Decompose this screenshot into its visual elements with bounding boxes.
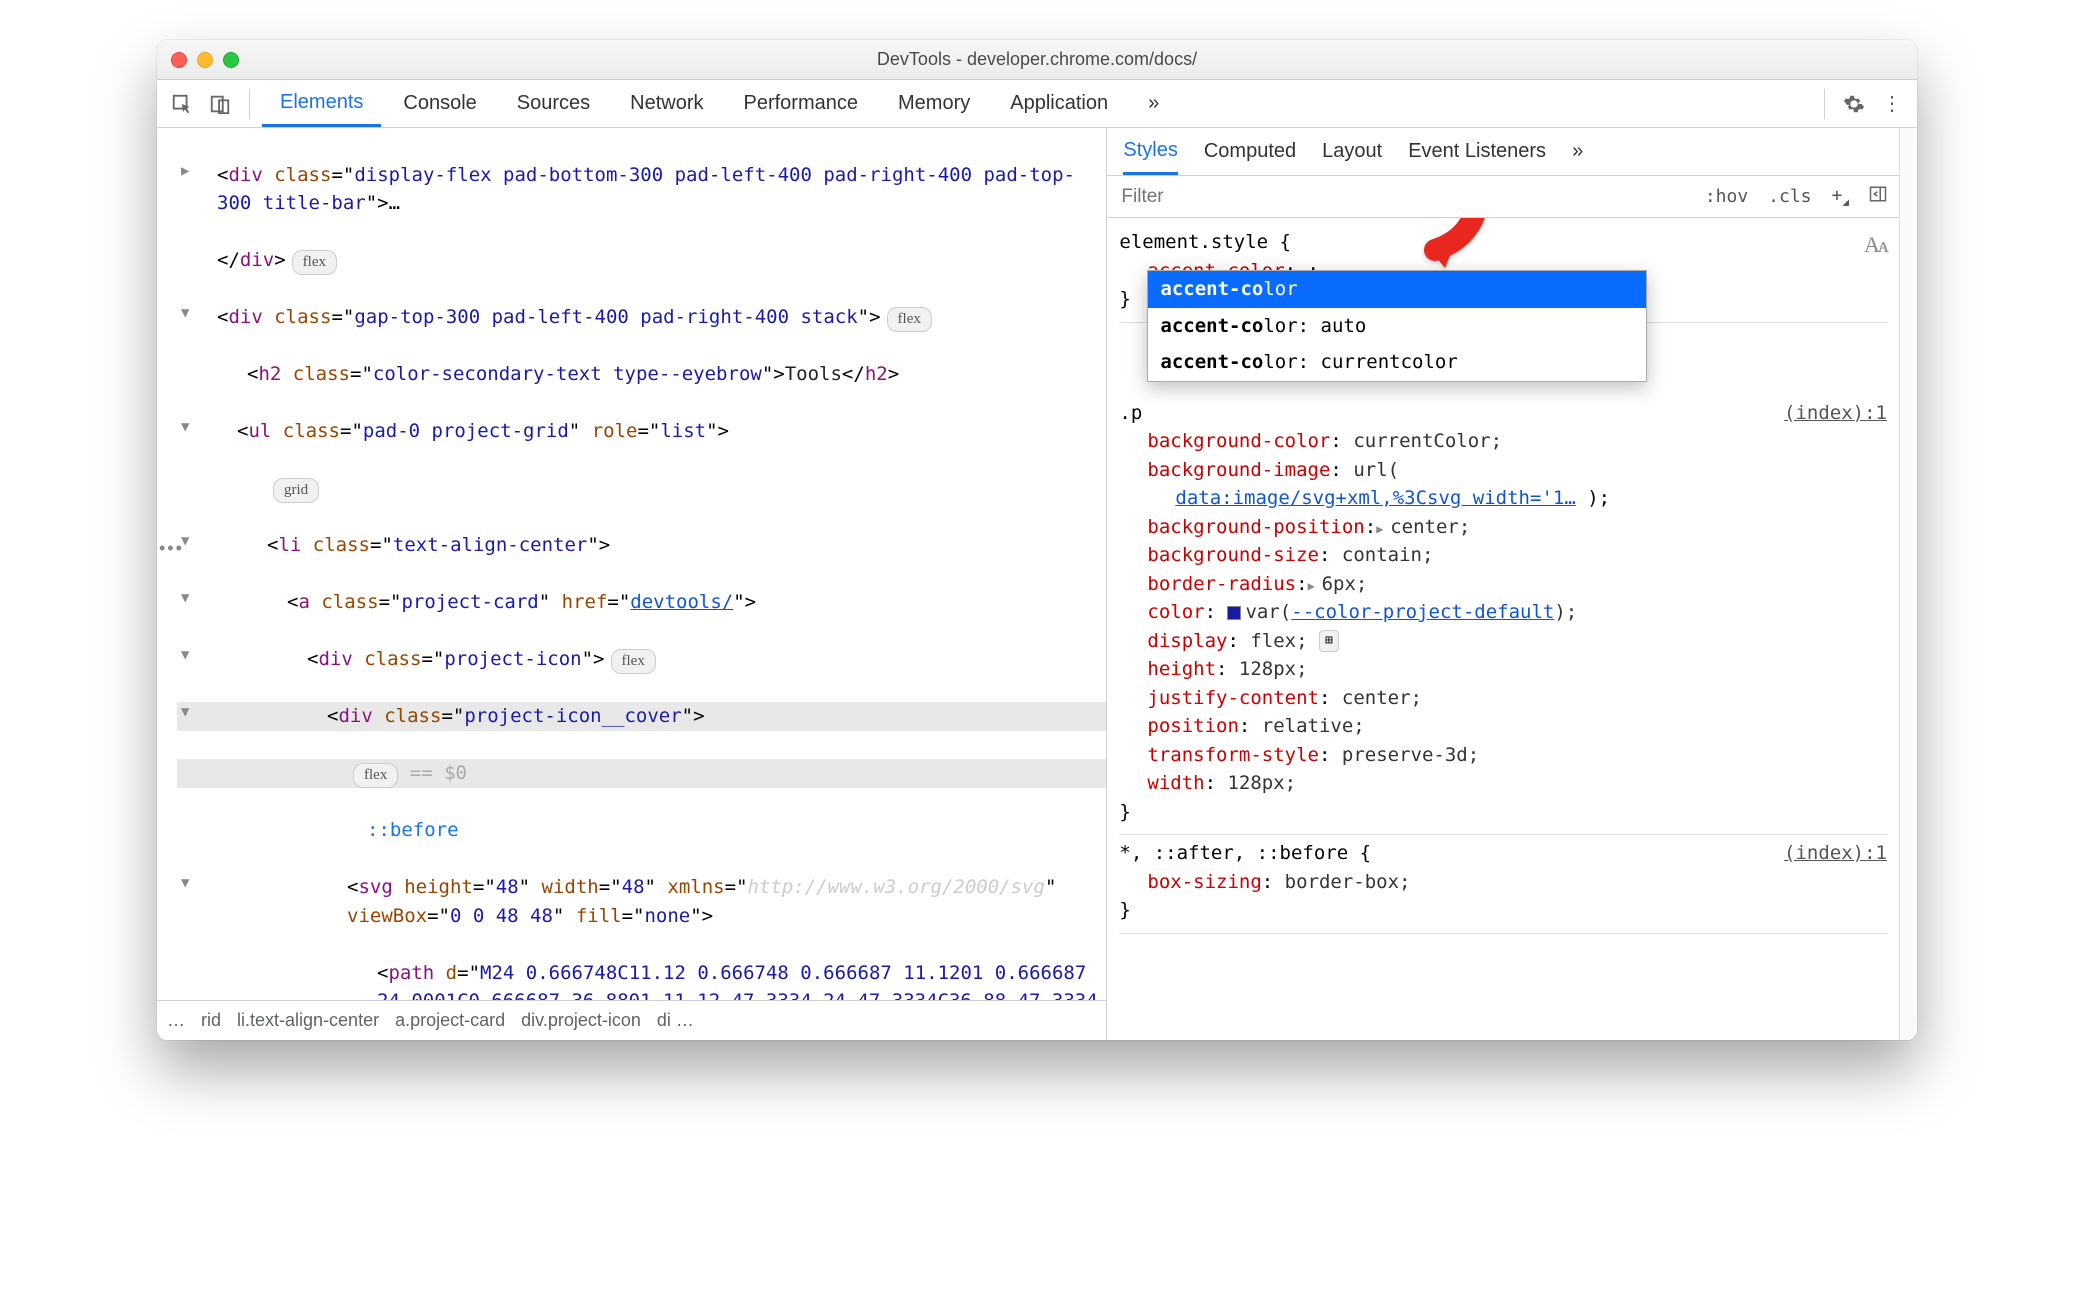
- crumb[interactable]: rid: [201, 1010, 221, 1031]
- tab-computed[interactable]: Computed: [1204, 128, 1296, 175]
- subtabs-overflow[interactable]: »: [1572, 128, 1583, 175]
- flex-editor-icon[interactable]: ⊞: [1319, 630, 1339, 652]
- selector: element.style {: [1119, 228, 1887, 257]
- styles-panel: Styles Computed Layout Event Listeners »…: [1107, 128, 1899, 1040]
- main-toolbar: Elements Console Sources Network Perform…: [157, 80, 1917, 128]
- tab-performance[interactable]: Performance: [726, 80, 877, 127]
- tab-application[interactable]: Application: [992, 80, 1126, 127]
- cls-toggle[interactable]: .cls: [1764, 186, 1815, 207]
- gear-icon[interactable]: [1837, 87, 1871, 121]
- filter-bar: :hov .cls +◢: [1107, 176, 1899, 218]
- source-location[interactable]: (index):1: [1784, 839, 1887, 868]
- flex-badge[interactable]: flex: [353, 763, 398, 788]
- crumb[interactable]: a.project-card: [395, 1010, 505, 1031]
- tab-network[interactable]: Network: [612, 80, 721, 127]
- filter-input[interactable]: [1115, 182, 1335, 212]
- more-icon[interactable]: ⋮: [1875, 87, 1909, 121]
- tab-sources[interactable]: Sources: [499, 80, 608, 127]
- window-title: DevTools - developer.chrome.com/docs/: [157, 49, 1917, 70]
- breadcrumb[interactable]: … rid li.text-align-center a.project-car…: [157, 1000, 1106, 1040]
- rule-universal[interactable]: (index):1 *, ::after, ::before { box-siz…: [1119, 835, 1887, 934]
- device-toggle-icon[interactable]: [203, 87, 237, 121]
- tab-layout[interactable]: Layout: [1322, 128, 1382, 175]
- rule-project-icon[interactable]: (index):1 .p background-color: currentCo…: [1119, 395, 1887, 836]
- flex-badge[interactable]: flex: [292, 250, 337, 275]
- color-swatch-icon[interactable]: [1227, 606, 1241, 620]
- panel-toggle-icon[interactable]: [1865, 185, 1891, 208]
- crumb-prefix: …: [167, 1010, 185, 1031]
- crumb[interactable]: li.text-align-center: [237, 1010, 379, 1031]
- inspect-icon[interactable]: [165, 87, 199, 121]
- titlebar: DevTools - developer.chrome.com/docs/: [157, 40, 1917, 80]
- dom-tree[interactable]: ▶<div class="display-flex pad-bottom-300…: [157, 128, 1106, 1000]
- data-url-link[interactable]: data:image/svg+xml,%3Csvg width='1…: [1175, 487, 1575, 509]
- flex-badge[interactable]: flex: [887, 307, 932, 332]
- tab-styles[interactable]: Styles: [1123, 128, 1177, 175]
- scrollbar[interactable]: [1899, 128, 1917, 1040]
- source-location[interactable]: (index):1: [1784, 399, 1887, 428]
- hov-toggle[interactable]: :hov: [1701, 186, 1752, 207]
- tab-console[interactable]: Console: [385, 80, 494, 127]
- annotation-arrow-icon: [1417, 218, 1497, 297]
- autocomplete-option[interactable]: accent-color: currentcolor: [1148, 344, 1646, 381]
- autocomplete-popup[interactable]: accent-color accent-color: auto accent-c…: [1147, 270, 1647, 382]
- font-size-icon[interactable]: Aᴀ: [1864, 228, 1887, 261]
- rule-element-style[interactable]: Aᴀ element.style { accent-color: ; } acc…: [1119, 224, 1887, 323]
- styles-subtabs: Styles Computed Layout Event Listeners »: [1107, 128, 1899, 176]
- tabs-overflow[interactable]: »: [1130, 80, 1177, 127]
- tab-memory[interactable]: Memory: [880, 80, 988, 127]
- autocomplete-option[interactable]: accent-color: auto: [1148, 308, 1646, 345]
- tab-event-listeners[interactable]: Event Listeners: [1408, 128, 1546, 175]
- tab-elements[interactable]: Elements: [262, 80, 381, 127]
- flex-badge[interactable]: flex: [611, 649, 656, 674]
- new-rule-button[interactable]: +◢: [1828, 185, 1853, 209]
- elements-panel: ••• ▶<div class="display-flex pad-bottom…: [157, 128, 1107, 1040]
- crumb[interactable]: div.project-icon: [521, 1010, 641, 1031]
- autocomplete-option[interactable]: accent-color: [1148, 271, 1646, 308]
- crumb[interactable]: di …: [657, 1010, 694, 1031]
- devtools-window: DevTools - developer.chrome.com/docs/ El…: [157, 40, 1917, 1040]
- grid-badge[interactable]: grid: [273, 478, 319, 503]
- styles-content[interactable]: Aᴀ element.style { accent-color: ; } acc…: [1107, 218, 1899, 1040]
